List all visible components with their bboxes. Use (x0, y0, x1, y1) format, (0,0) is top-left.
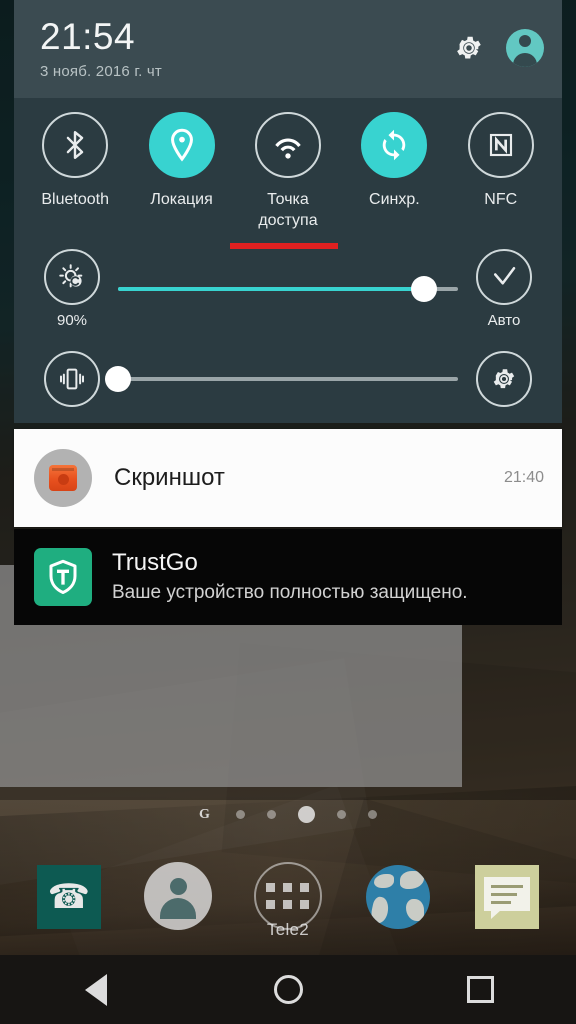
brightness-slider-thumb[interactable] (411, 276, 437, 302)
navigation-bar (0, 955, 576, 1024)
quick-settings-panel: Bluetooth Локация Точка доступа Синхр. N… (14, 98, 562, 423)
trustgo-shield-icon (34, 548, 92, 606)
google-logo-icon[interactable]: G (199, 807, 210, 823)
volume-slider[interactable] (104, 351, 472, 407)
tile-bluetooth[interactable]: Bluetooth (27, 112, 123, 231)
back-button[interactable] (41, 955, 151, 1024)
tile-hotspot[interactable]: Точка доступа (240, 112, 336, 231)
location-pin-icon (148, 112, 215, 178)
tile-label-location: Локация (150, 191, 213, 208)
bluetooth-icon (42, 112, 109, 178)
clock: 21:54 (40, 16, 136, 57)
back-icon (85, 973, 107, 1006)
messages-icon (475, 865, 540, 929)
phone-icon: ☎ (36, 865, 101, 929)
browser-globe-icon (365, 865, 430, 929)
tile-label-hotspot: Точка доступа (258, 191, 318, 229)
page-dot[interactable] (266, 810, 276, 819)
date-label: 3 нояб. 2016 г. чт (40, 63, 162, 80)
screenshot-camera-icon (34, 449, 92, 507)
page-indicator: G (0, 806, 576, 823)
dock-item-phone[interactable]: ☎ (27, 862, 111, 952)
notification-screenshot[interactable]: Скриншот 21:40 (14, 429, 562, 527)
wifi-hotspot-icon (254, 112, 321, 178)
tile-nfc[interactable]: NFC (453, 112, 549, 231)
recents-button[interactable] (425, 955, 535, 1024)
notification-shade: 21:54 3 нояб. 2016 г. чт Bluetooth Локац… (14, 0, 562, 625)
dock-item-app-drawer[interactable]: Tele2 (246, 862, 330, 952)
brightness-row: 90% Авто (14, 249, 562, 329)
brightness-value-label: 90% (56, 312, 88, 329)
notification-time: 21:40 (503, 469, 544, 486)
page-dot[interactable] (235, 810, 245, 819)
check-icon[interactable] (476, 249, 532, 305)
dock-item-browser[interactable] (356, 862, 440, 952)
nfc-icon (467, 112, 534, 178)
sync-icon (361, 112, 428, 178)
page-dot[interactable] (336, 810, 346, 819)
recents-icon (466, 976, 494, 1003)
gear-icon[interactable] (476, 351, 532, 407)
home-button[interactable] (233, 955, 343, 1024)
notification-body: Ваше устройство полностью защищено. (112, 582, 468, 603)
dock: ☎ Tele2 (0, 862, 576, 952)
notification-trustgo[interactable]: TrustGo Ваше устройство полностью защище… (14, 529, 562, 625)
brightness-slider[interactable] (104, 261, 472, 317)
quick-settings-tiles: Bluetooth Локация Точка доступа Синхр. N… (14, 112, 562, 231)
page-dot-active[interactable] (297, 806, 315, 823)
brightness-auto-label: Авто (487, 312, 521, 329)
dock-item-messages[interactable] (465, 862, 549, 952)
quick-settings-header: 21:54 3 нояб. 2016 г. чт (14, 0, 562, 98)
dock-label-tele2: Tele2 (266, 920, 310, 939)
tile-label-nfc: NFC (484, 191, 518, 208)
tile-label-sync: Синхр. (369, 191, 420, 208)
notification-title: Скриншот (114, 464, 225, 491)
user-avatar-icon[interactable] (506, 29, 544, 67)
brightness-sun-icon[interactable] (44, 249, 100, 305)
dock-item-contacts[interactable] (136, 862, 220, 952)
contacts-icon (144, 862, 213, 930)
tile-sync[interactable]: Синхр. (346, 112, 442, 231)
home-icon (273, 975, 303, 1004)
page-dot[interactable] (367, 810, 377, 819)
volume-slider-thumb[interactable] (105, 366, 131, 392)
tile-location[interactable]: Локация (134, 112, 230, 231)
tile-label-bluetooth: Bluetooth (41, 191, 109, 208)
notification-app-name: TrustGo (112, 549, 198, 576)
gear-icon[interactable] (454, 33, 484, 63)
android-screen: G ☎ Tele2 21:54 3 нояб. 2016 г. чт Bluet… (0, 0, 576, 1024)
volume-row (14, 351, 562, 407)
vibrate-icon[interactable] (44, 351, 100, 407)
